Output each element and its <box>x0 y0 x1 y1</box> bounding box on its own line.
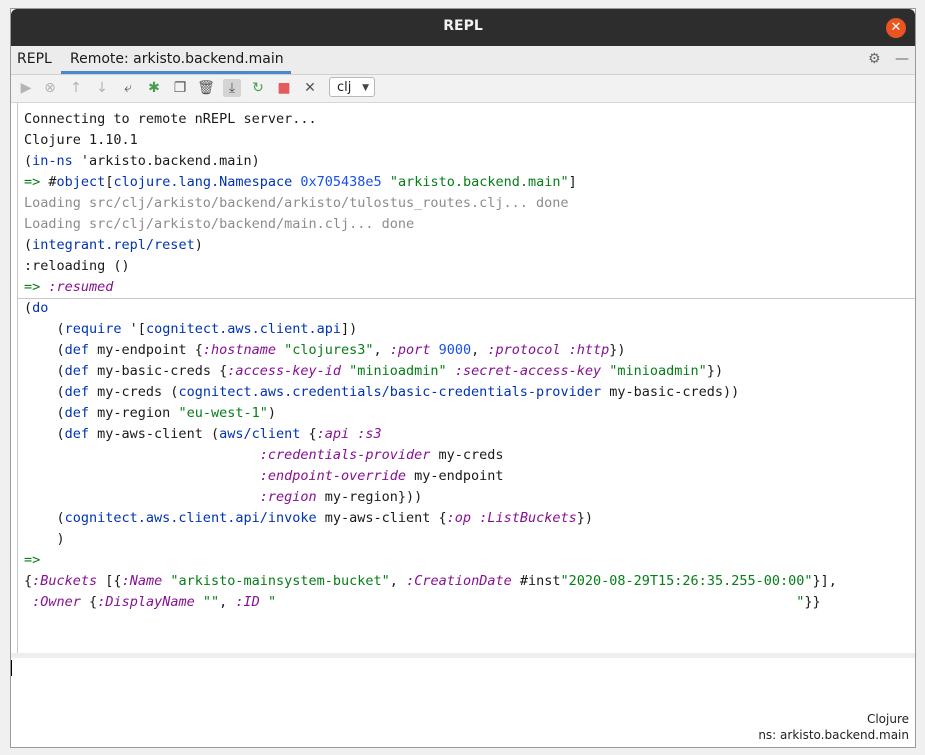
reload-icon[interactable]: ↻ <box>249 79 267 97</box>
output-line: {:Buckets [{:Name "arkisto-mainsystem-bu… <box>24 573 837 589</box>
output-line: Clojure 1.10.1 <box>24 132 138 148</box>
status-language: Clojure <box>866 712 909 726</box>
text-caret <box>11 660 12 676</box>
title-bar: REPL ✕ <box>11 9 915 46</box>
output-line: :endpoint-override my-endpoint <box>259 468 504 484</box>
output-line: (def my-region "eu-west-1") <box>24 405 276 421</box>
output-line: (in-ns 'arkisto.backend.main) <box>24 153 260 169</box>
output-line: ) <box>24 531 65 547</box>
language-select-value: clj <box>337 80 352 95</box>
repl-toolbar: ▶ ⊗ ↑ ↓ ⤶ ✱ ❐ 🗑 ⤓ ↻ ■ ✕ clj ▼ <box>11 75 915 103</box>
stop-circle-icon[interactable]: ⊗ <box>41 79 59 97</box>
output-line: (integrant.repl/reset) <box>24 237 203 253</box>
output-line: :credentials-provider my-creds <box>259 447 504 463</box>
run-icon[interactable]: ▶ <box>17 79 35 97</box>
chevron-down-icon: ▼ <box>362 83 369 93</box>
repl-window: REPL ✕ REPL Remote: arkisto.backend.main… <box>10 8 916 748</box>
language-select[interactable]: clj ▼ <box>329 77 375 97</box>
output-line: (def my-creds (cognitect.aws.credentials… <box>24 384 740 400</box>
minus-icon[interactable]: — <box>895 51 909 67</box>
output-line: Loading src/clj/arkisto/backend/arkisto/… <box>24 195 569 211</box>
active-tab-indicator <box>61 71 291 74</box>
output-line: => #object[clojure.lang.Namespace 0x7054… <box>24 174 577 190</box>
debug-icon[interactable]: ✱ <box>145 79 163 97</box>
output-line: :reloading () <box>24 258 130 274</box>
output-line: :Owner {:DisplayName "", :ID " "}} <box>32 594 821 610</box>
output-line: => <box>24 552 41 568</box>
output-line: Connecting to remote nREPL server... <box>24 111 317 127</box>
tab-remote-arkisto[interactable]: Remote: arkisto.backend.main <box>70 51 284 67</box>
output-line: Loading src/clj/arkisto/backend/main.clj… <box>24 216 415 232</box>
soft-wrap-icon[interactable]: ⤶ <box>119 79 137 97</box>
stop-icon[interactable]: ■ <box>275 79 293 97</box>
status-namespace: ns: arkisto.backend.main <box>758 728 909 742</box>
close-icon: ✕ <box>890 20 902 35</box>
scroll-to-end-icon[interactable]: ⤓ <box>223 79 241 97</box>
output-line: (cognitect.aws.client.api/invoke my-aws-… <box>24 510 594 526</box>
output-line: (require '[cognitect.aws.client.api]) <box>24 321 358 337</box>
output-line: => :resumed <box>24 279 114 295</box>
repl-output: Connecting to remote nREPL server... Clo… <box>17 103 915 653</box>
tab-tools: ⚙ — <box>858 51 909 67</box>
previous-icon[interactable]: ↑ <box>67 79 85 97</box>
tab-repl[interactable]: REPL <box>17 51 52 67</box>
gear-icon[interactable]: ⚙ <box>868 51 881 67</box>
trash-icon[interactable]: 🗑 <box>197 79 215 97</box>
close-window-button[interactable]: ✕ <box>886 18 906 38</box>
copy-icon[interactable]: ❐ <box>171 79 189 97</box>
output-separator <box>18 298 915 299</box>
repl-input[interactable] <box>11 658 915 712</box>
output-line: (def my-basic-creds {:access-key-id "min… <box>24 363 724 379</box>
tab-bar: REPL Remote: arkisto.backend.main ⚙ — <box>11 46 915 75</box>
close-icon[interactable]: ✕ <box>301 79 319 97</box>
output-line: (def my-endpoint {:hostname "clojures3",… <box>24 342 626 358</box>
window-title: REPL <box>443 18 483 34</box>
output-line: (def my-aws-client (aws/client {:api :s3 <box>24 426 382 442</box>
output-line: (do <box>24 300 49 316</box>
output-line: :region my-region})) <box>259 489 423 505</box>
next-icon[interactable]: ↓ <box>93 79 111 97</box>
